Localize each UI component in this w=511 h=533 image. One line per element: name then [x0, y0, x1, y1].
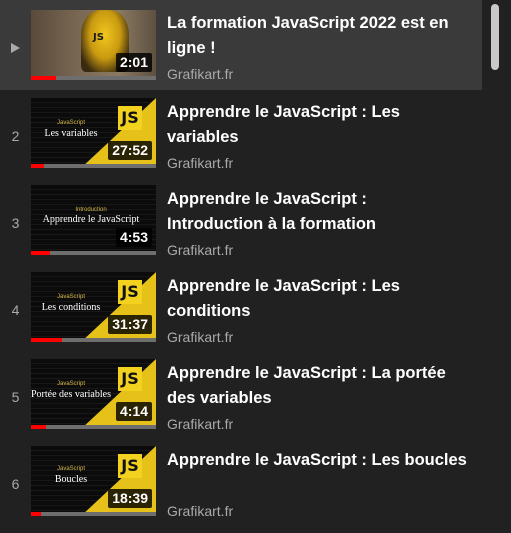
js-logo-icon: JS — [118, 454, 142, 478]
watch-progress-fill — [31, 425, 46, 429]
js-logo-icon: JS — [118, 280, 142, 304]
watch-progress-fill — [31, 164, 44, 168]
video-title[interactable]: Apprendre le JavaScript : La portée des … — [167, 361, 467, 411]
duration-badge: 2:01 — [115, 53, 152, 72]
thumbnail-subtitle: JavaScript — [56, 466, 85, 472]
watch-progress-fill — [31, 76, 56, 80]
watch-progress-fill — [31, 338, 63, 342]
thumbnail-subtitle: Introduction — [75, 207, 107, 213]
playlist-item-2[interactable]: 2 JS JavaScript Les variables 27:52 Appr… — [0, 90, 482, 177]
item-index: 5 — [11, 389, 20, 405]
playlist-item-4[interactable]: 4 JS JavaScript Les conditions 31:37 App… — [0, 264, 482, 351]
duration-badge: 27:52 — [108, 141, 152, 160]
thumbnail-caption: Boucles — [54, 474, 88, 485]
playlist-items: JS 2:01 La formation JavaScript 2022 est… — [0, 0, 482, 525]
duration-badge: 18:39 — [108, 489, 152, 508]
duration-badge: 4:14 — [115, 402, 152, 421]
scrollbar-thumb[interactable] — [491, 4, 499, 70]
channel-name[interactable]: Grafikart.fr — [167, 503, 233, 519]
thumbnail-caption: Les conditions — [41, 302, 101, 313]
playlist-item-3[interactable]: 3 Introduction Apprendre le JavaScript 4… — [0, 177, 482, 264]
video-title[interactable]: Apprendre le JavaScript : Les variables — [167, 100, 467, 150]
playlist-panel: JS 2:01 La formation JavaScript 2022 est… — [0, 0, 511, 533]
duration-badge: 31:37 — [108, 315, 152, 334]
thumbnail-caption: Portée des variables — [31, 389, 111, 400]
thumbnail-badge: JS — [93, 32, 104, 43]
video-title[interactable]: Apprendre le JavaScript : Les boucles — [167, 448, 467, 473]
watch-progress-bar — [31, 338, 156, 342]
video-thumbnail[interactable]: JS JavaScript Les variables 27:52 — [31, 98, 156, 168]
scrollbar-track[interactable] — [482, 0, 511, 533]
thumbnail-subtitle: JavaScript — [56, 381, 85, 387]
js-logo-icon: JS — [118, 367, 142, 391]
channel-name[interactable]: Grafikart.fr — [167, 66, 233, 82]
channel-name[interactable]: Grafikart.fr — [167, 329, 233, 345]
playlist-item-6[interactable]: 6 JS JavaScript Boucles 18:39 Apprendre … — [0, 438, 482, 525]
video-title[interactable]: Apprendre le JavaScript : Introduction à… — [167, 187, 467, 237]
playlist-item-5[interactable]: 5 JS JavaScript Portée des variables 4:1… — [0, 351, 482, 438]
now-playing-icon — [11, 43, 20, 53]
thumbnail-caption: Apprendre le JavaScript — [42, 214, 140, 225]
js-logo-icon: JS — [118, 106, 142, 130]
duration-badge: 4:53 — [115, 228, 152, 247]
item-index: 4 — [11, 302, 20, 318]
video-title[interactable]: La formation JavaScript 2022 est en lign… — [167, 11, 467, 61]
channel-name[interactable]: Grafikart.fr — [167, 416, 233, 432]
watch-progress-bar — [31, 251, 156, 255]
video-thumbnail[interactable]: Introduction Apprendre le JavaScript 4:5… — [31, 185, 156, 255]
video-thumbnail[interactable]: JS 2:01 — [31, 10, 156, 80]
item-index: 2 — [11, 128, 20, 144]
channel-name[interactable]: Grafikart.fr — [167, 155, 233, 171]
channel-name[interactable]: Grafikart.fr — [167, 242, 233, 258]
watch-progress-bar — [31, 512, 156, 516]
watch-progress-fill — [31, 512, 41, 516]
thumbnail-caption: Les variables — [44, 128, 98, 139]
video-title[interactable]: Apprendre le JavaScript : Les conditions — [167, 274, 467, 324]
watch-progress-fill — [31, 251, 50, 255]
watch-progress-bar — [31, 76, 156, 80]
item-index: 6 — [11, 476, 20, 492]
video-thumbnail[interactable]: JS JavaScript Les conditions 31:37 — [31, 272, 156, 342]
watch-progress-bar — [31, 164, 156, 168]
item-index: 3 — [11, 215, 20, 231]
video-thumbnail[interactable]: JS JavaScript Boucles 18:39 — [31, 446, 156, 516]
thumbnail-subtitle: JavaScript — [56, 120, 85, 126]
playlist-item-1[interactable]: JS 2:01 La formation JavaScript 2022 est… — [0, 0, 482, 90]
thumbnail-subtitle: JavaScript — [56, 294, 85, 300]
watch-progress-bar — [31, 425, 156, 429]
video-thumbnail[interactable]: JS JavaScript Portée des variables 4:14 — [31, 359, 156, 429]
